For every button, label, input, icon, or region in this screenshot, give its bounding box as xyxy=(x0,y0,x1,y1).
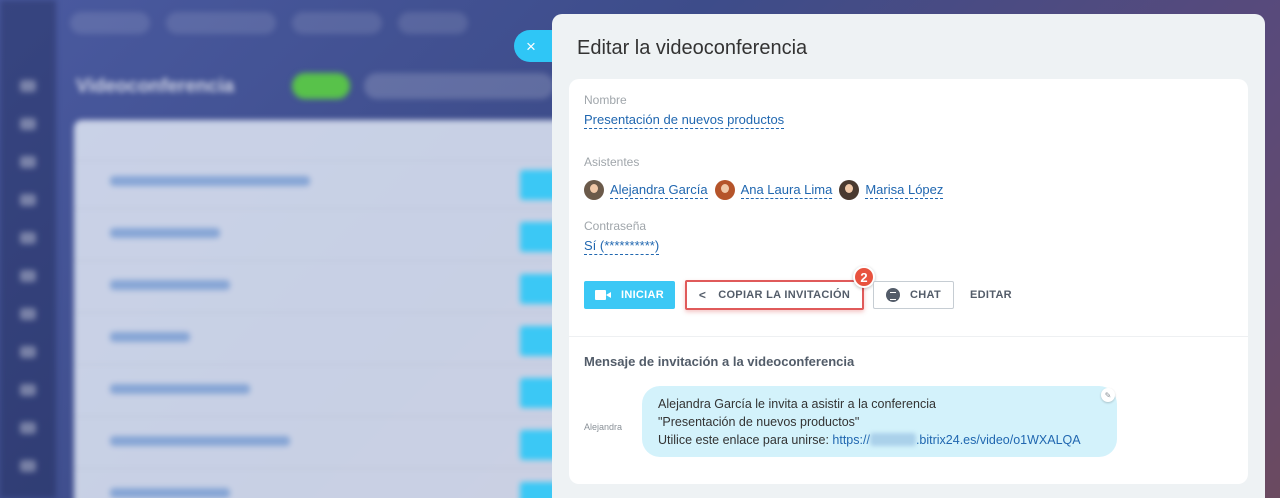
attendee-name[interactable]: Ana Laura Lima xyxy=(740,182,833,199)
avatar xyxy=(839,180,860,200)
redacted-domain xyxy=(869,433,916,446)
invitation-link-start: https:// xyxy=(832,433,870,447)
panel-title: Editar la videoconferencia xyxy=(577,37,808,59)
chat-button-label: CHAT xyxy=(910,289,941,301)
avatar xyxy=(584,180,604,200)
attendees-list: Alejandra García Ana Laura Lima Marisa L… xyxy=(584,179,950,201)
video-camera-icon xyxy=(594,290,611,300)
password-label: Contraseña xyxy=(584,219,647,233)
pin-icon[interactable]: ✎ xyxy=(1101,388,1115,402)
copy-invitation-label: COPIAR LA INVITACIÓN xyxy=(718,289,851,301)
attendee-item[interactable]: Ana Laura Lima xyxy=(714,180,833,200)
background-top-bar xyxy=(70,12,570,38)
invitation-message-bubble[interactable]: Alejandra García le invita a asistir a l… xyxy=(642,386,1117,457)
invitation-line-2: "Presentación de nuevos productos" xyxy=(658,415,860,429)
close-icon: × xyxy=(526,36,536,56)
share-icon: < xyxy=(698,288,707,302)
step-badge: 2 xyxy=(853,266,875,288)
start-button-label: INICIAR xyxy=(620,289,665,301)
avatar xyxy=(714,180,735,200)
background-add-button xyxy=(292,73,350,99)
attendee-item[interactable]: Marisa López xyxy=(839,180,944,200)
attendee-item[interactable]: Alejandra García xyxy=(584,180,708,200)
background-left-menu xyxy=(0,0,56,498)
background-table xyxy=(74,120,594,498)
invitation-line-1: Alejandra García le invita a asistir a l… xyxy=(658,397,936,411)
edit-videoconference-panel: Editar la videoconferencia Nombre Presen… xyxy=(552,14,1265,498)
action-buttons: INICIAR < COPIAR LA INVITACIÓN 2 CHAT ED… xyxy=(584,266,1244,310)
invitation-section-title: Mensaje de invitación a la videoconferen… xyxy=(584,354,855,369)
invitation-link[interactable]: https:// .bitrix24.es/video/o1WXALQA xyxy=(832,433,1081,447)
edit-button[interactable]: EDITAR xyxy=(970,281,1012,309)
copy-invitation-button[interactable]: < COPIAR LA INVITACIÓN xyxy=(685,280,864,310)
message-sender: Alejandra xyxy=(584,422,623,432)
conference-name-link[interactable]: Presentación de nuevos productos xyxy=(584,112,785,129)
invitation-link-prefix: Utilice este enlace para unirse: xyxy=(658,433,833,447)
name-label: Nombre xyxy=(584,93,627,107)
attendee-name[interactable]: Alejandra García xyxy=(610,182,708,199)
attendees-label: Asistentes xyxy=(584,155,640,169)
conference-card: Nombre Presentación de nuevos productos … xyxy=(569,79,1248,484)
background-page-title: Videoconferencia xyxy=(76,76,235,97)
close-panel-button[interactable]: × xyxy=(514,30,554,62)
divider xyxy=(569,336,1248,337)
attendee-name[interactable]: Marisa López xyxy=(865,182,944,199)
start-button[interactable]: INICIAR xyxy=(584,281,675,309)
invitation-link-end: .bitrix24.es/video/o1WXALQA xyxy=(915,433,1081,447)
invitation-line-3: Utilice este enlace para unirse: https:/… xyxy=(658,431,1101,449)
background-search xyxy=(364,73,554,99)
chat-button[interactable]: CHAT xyxy=(873,281,954,309)
chat-icon xyxy=(886,288,901,302)
password-link[interactable]: Sí (**********) xyxy=(584,238,660,255)
